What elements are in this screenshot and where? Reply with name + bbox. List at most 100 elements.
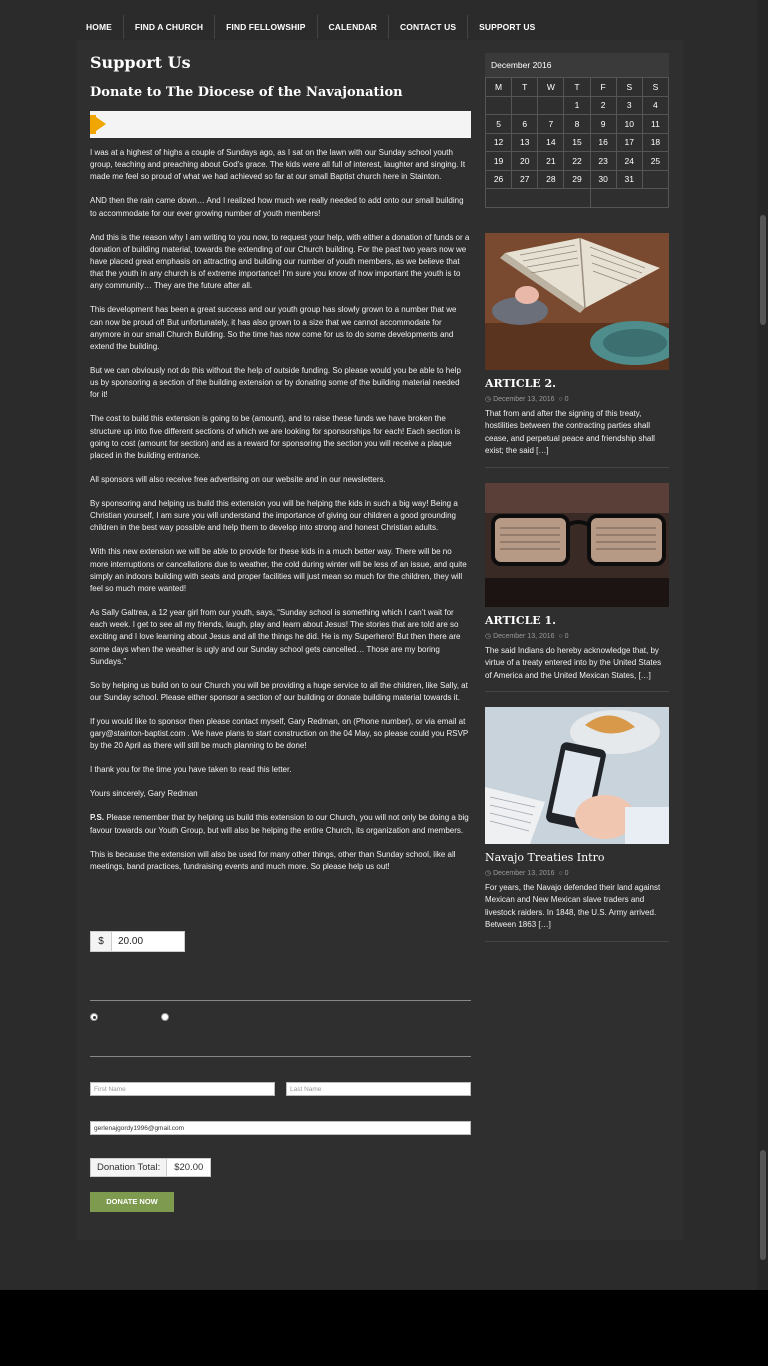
open-bible-image[interactable] bbox=[485, 233, 669, 370]
divider bbox=[485, 940, 669, 942]
payment-radio-1[interactable] bbox=[90, 1013, 98, 1021]
last-name-input[interactable]: Last Name bbox=[286, 1082, 471, 1096]
post-excerpt: That from and after the signing of this … bbox=[485, 408, 669, 458]
post-title[interactable]: ARTICLE 1. bbox=[485, 614, 669, 627]
calendar-day: 6 bbox=[511, 114, 539, 134]
post-excerpt-text: For years, the Navajo defended their lan… bbox=[485, 883, 661, 930]
read-more-link[interactable]: […] bbox=[536, 446, 548, 455]
calendar-day bbox=[537, 95, 565, 115]
read-more-link[interactable]: […] bbox=[638, 671, 650, 680]
calendar-day: 14 bbox=[537, 132, 565, 152]
donate-now-button[interactable]: DONATE NOW bbox=[90, 1192, 174, 1212]
calendar-day: 20 bbox=[511, 151, 539, 171]
post-title[interactable]: Navajo Treaties Intro bbox=[485, 851, 669, 864]
nav-contact-us[interactable]: CONTACT US bbox=[388, 15, 467, 39]
weekday-header: W bbox=[537, 77, 565, 97]
calendar-day: 29 bbox=[563, 169, 591, 189]
weekday-header: M bbox=[484, 77, 513, 97]
first-name-input[interactable]: First Name bbox=[90, 1082, 275, 1096]
post-meta: ◷ December 13, 2016 ○ 0 bbox=[485, 395, 669, 403]
calendar-day: 17 bbox=[615, 132, 643, 152]
progress-bar bbox=[90, 111, 471, 138]
clock-icon: ◷ bbox=[485, 870, 492, 877]
read-more-link[interactable]: […] bbox=[538, 920, 550, 929]
post-meta: ◷ December 13, 2016 ○ 0 bbox=[485, 632, 669, 640]
calendar-day bbox=[484, 95, 513, 115]
post-excerpt: For years, the Navajo defended their lan… bbox=[485, 882, 669, 932]
sidebar-post: Navajo Treaties Intro ◷ December 13, 201… bbox=[485, 707, 669, 942]
calendar-nav-cell bbox=[589, 188, 670, 208]
scrollbar[interactable] bbox=[757, 0, 768, 1290]
calendar-day: 7 bbox=[537, 114, 565, 134]
calendar-day: 2 bbox=[589, 95, 617, 115]
ps-paragraph: P.S. Please remember that by helping us … bbox=[90, 812, 471, 836]
post-comments[interactable]: 0 bbox=[565, 633, 569, 640]
article-body: I was at a highest of highs a couple of … bbox=[90, 147, 471, 885]
calendar-day: 27 bbox=[511, 169, 539, 189]
weekday-header: F bbox=[589, 77, 617, 97]
calendar-day: 23 bbox=[589, 151, 617, 171]
sidebar-post: ARTICLE 2. ◷ December 13, 2016 ○ 0 That … bbox=[485, 233, 669, 468]
calendar-day: 24 bbox=[615, 151, 643, 171]
post-comments[interactable]: 0 bbox=[565, 396, 569, 403]
calendar-day: 21 bbox=[537, 151, 565, 171]
nav-calendar[interactable]: CALENDAR bbox=[316, 15, 389, 39]
main-nav: HOME FIND A CHURCH FIND FELLOWSHIP CALEN… bbox=[75, 15, 546, 39]
calendar-day: 30 bbox=[589, 169, 617, 189]
reading-glasses-image[interactable] bbox=[485, 483, 669, 607]
calendar-day: 10 bbox=[615, 114, 643, 134]
sidebar-post: ARTICLE 1. ◷ December 13, 2016 ○ 0 The s… bbox=[485, 483, 669, 693]
smartphone-image[interactable] bbox=[485, 707, 669, 844]
scrollbar-thumb-lower[interactable] bbox=[760, 1150, 766, 1260]
smartphone-image-icon bbox=[485, 707, 669, 844]
closing-paragraph: This is because the extension will also … bbox=[90, 849, 456, 871]
paragraph: But we can obviously not do this without… bbox=[90, 366, 461, 400]
paragraph: I was at a highest of highs a couple of … bbox=[90, 148, 466, 182]
currency-symbol: $ bbox=[90, 931, 112, 952]
open-bible-image-icon bbox=[485, 233, 669, 370]
page-background: HOME FIND A CHURCH FIND FELLOWSHIP CALEN… bbox=[0, 0, 768, 1290]
calendar-day: 9 bbox=[589, 114, 617, 134]
calendar-day: 16 bbox=[589, 132, 617, 152]
scrollbar-thumb[interactable] bbox=[760, 215, 766, 325]
paragraph: So by helping us build on to our Church … bbox=[90, 680, 468, 703]
weekday-header: S bbox=[641, 77, 670, 97]
post-excerpt-text: That from and after the signing of this … bbox=[485, 409, 655, 456]
post-date: December 13, 2016 bbox=[493, 633, 555, 640]
ps-label: P.S. bbox=[90, 813, 105, 823]
ps-text: Please remember that by helping us build… bbox=[90, 813, 469, 835]
calendar-caption: December 2016 bbox=[485, 53, 669, 77]
donation-total-value: $20.00 bbox=[167, 1158, 212, 1177]
email-input[interactable]: gerlenajgordy1996@gmail.com bbox=[90, 1121, 471, 1135]
calendar-day: 28 bbox=[537, 169, 565, 189]
payment-radio-2[interactable] bbox=[161, 1013, 169, 1021]
paragraph: Yours sincerely, Gary Redman bbox=[90, 789, 198, 799]
donation-amount: $ 20.00 bbox=[90, 931, 185, 952]
calendar-day: 4 bbox=[641, 95, 670, 115]
paragraph: With this new extension we will be able … bbox=[90, 547, 467, 594]
calendar-day: 18 bbox=[641, 132, 670, 152]
nav-find-fellowship[interactable]: FIND FELLOWSHIP bbox=[214, 15, 316, 39]
amount-input[interactable]: 20.00 bbox=[112, 931, 185, 952]
paragraph: The cost to build this extension is goin… bbox=[90, 414, 461, 461]
donation-total: Donation Total: $20.00 bbox=[90, 1158, 212, 1177]
nav-find-a-church[interactable]: FIND A CHURCH bbox=[122, 15, 214, 39]
post-excerpt: The said Indians do hereby acknowledge t… bbox=[485, 645, 669, 682]
weekday-header: T bbox=[511, 77, 539, 97]
paragraph: And this is the reason why I am writing … bbox=[90, 232, 470, 291]
calendar-widget: December 2016 M T W T F S S 1 2 3 4 5 6 … bbox=[484, 53, 670, 208]
paragraph: AND then the rain came down… And I reali… bbox=[90, 196, 464, 218]
calendar-day: 19 bbox=[484, 151, 513, 171]
nav-support-us[interactable]: SUPPORT US bbox=[467, 15, 546, 39]
divider bbox=[90, 1056, 471, 1057]
calendar-day: 3 bbox=[615, 95, 643, 115]
post-excerpt-text: The said Indians do hereby acknowledge t… bbox=[485, 646, 662, 680]
calendar-day: 1 bbox=[563, 95, 591, 115]
post-comments[interactable]: 0 bbox=[565, 870, 569, 877]
calendar-table: M T W T F S S 1 2 3 4 5 6 7 8 9 10 11 12… bbox=[484, 77, 670, 208]
nav-home[interactable]: HOME bbox=[75, 15, 123, 39]
divider bbox=[485, 691, 669, 693]
post-title[interactable]: ARTICLE 2. bbox=[485, 377, 669, 390]
calendar-day: 13 bbox=[511, 132, 539, 152]
page-title: Support Us bbox=[90, 53, 191, 72]
